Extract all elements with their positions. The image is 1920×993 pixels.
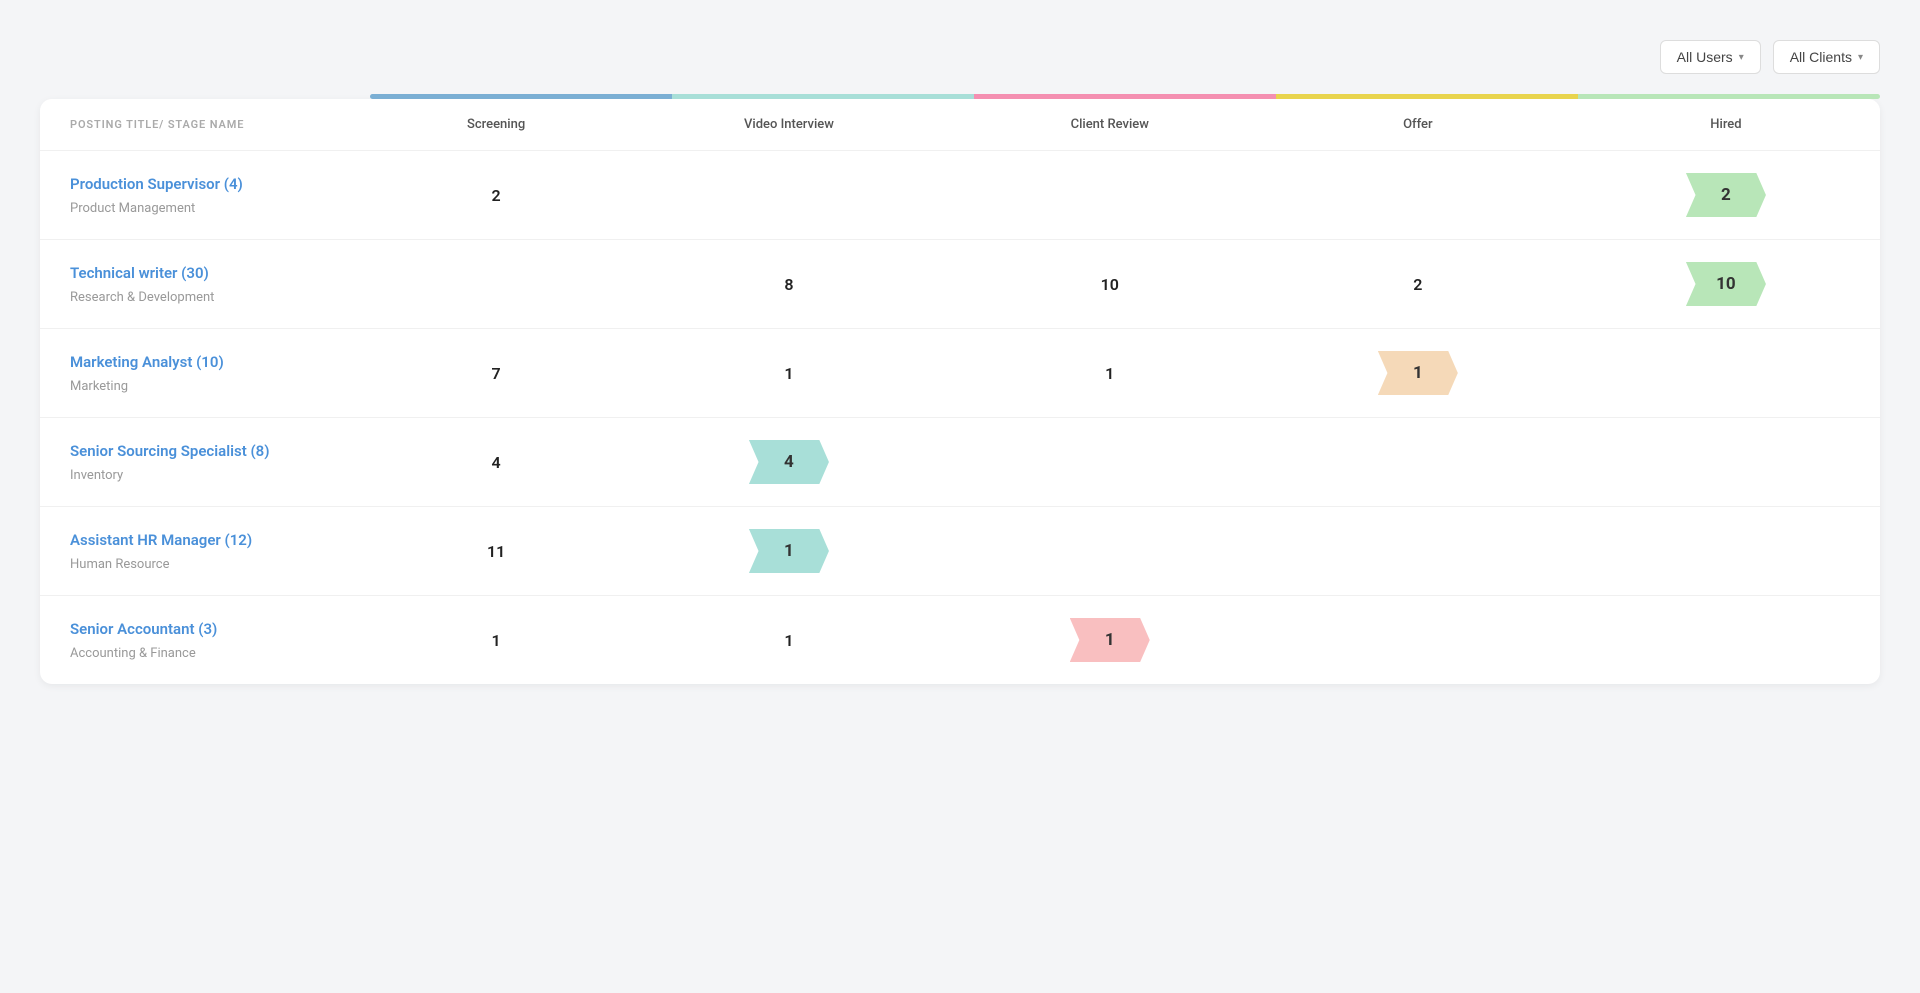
hired-cell [1572, 329, 1880, 418]
client-review-cell [956, 507, 1264, 596]
screening-value: 11 [487, 542, 505, 561]
offer-cell [1264, 418, 1572, 507]
video-interview-value: 8 [784, 275, 793, 294]
pipeline-table-wrapper: POSTING TITLE/ STAGE NAME Screening Vide… [40, 99, 1880, 684]
job-title-link[interactable]: Senior Sourcing Specialist (8) [70, 442, 350, 460]
client-review-cell [956, 418, 1264, 507]
chevron-down-icon: ▾ [1739, 52, 1744, 63]
col-offer: Offer [1264, 99, 1572, 151]
all-users-dropdown[interactable]: All Users ▾ [1660, 40, 1761, 74]
table-row: Technical writer (30) Research & Develop… [40, 240, 1880, 329]
job-dept: Marketing [70, 379, 128, 394]
hired-cell: 10 [1572, 240, 1880, 329]
offer-badge: 1 [1378, 351, 1458, 395]
stage-color-bar [370, 94, 1880, 99]
posting-cell: Production Supervisor (4) Product Manage… [40, 151, 370, 240]
video-interview-badge: 4 [749, 440, 829, 484]
color-bar-segment [974, 94, 1276, 99]
col-video-interview: Video Interview [622, 99, 956, 151]
client-review-cell: 10 [956, 240, 1264, 329]
job-title-link[interactable]: Marketing Analyst (10) [70, 353, 350, 371]
offer-cell [1264, 596, 1572, 685]
offer-cell: 1 [1264, 329, 1572, 418]
job-dept: Product Management [70, 201, 195, 216]
client-review-value: 1 [1105, 364, 1114, 383]
table-row: Production Supervisor (4) Product Manage… [40, 151, 1880, 240]
screening-value: 1 [492, 631, 501, 650]
job-dept: Accounting & Finance [70, 646, 196, 661]
posting-cell: Marketing Analyst (10) Marketing [40, 329, 370, 418]
job-title-link[interactable]: Technical writer (30) [70, 264, 350, 282]
pipeline-table: POSTING TITLE/ STAGE NAME Screening Vide… [40, 99, 1880, 684]
client-review-cell: 1 [956, 329, 1264, 418]
posting-cell: Senior Accountant (3) Accounting & Finan… [40, 596, 370, 685]
hired-badge: 10 [1686, 262, 1766, 306]
offer-cell [1264, 507, 1572, 596]
screening-value: 7 [492, 364, 501, 383]
screening-value: 2 [492, 186, 501, 205]
screening-cell [370, 240, 622, 329]
screening-cell: 11 [370, 507, 622, 596]
job-title-link[interactable]: Production Supervisor (4) [70, 175, 350, 193]
all-clients-label: All Clients [1790, 49, 1852, 65]
screening-cell: 2 [370, 151, 622, 240]
video-interview-cell [622, 151, 956, 240]
video-interview-badge: 1 [749, 529, 829, 573]
col-posting: POSTING TITLE/ STAGE NAME [40, 99, 370, 151]
screening-value: 4 [492, 453, 501, 472]
offer-cell: 2 [1264, 240, 1572, 329]
hired-cell [1572, 418, 1880, 507]
table-row: Senior Accountant (3) Accounting & Finan… [40, 596, 1880, 685]
video-interview-cell: 8 [622, 240, 956, 329]
job-dept: Inventory [70, 468, 123, 483]
col-screening: Screening [370, 99, 622, 151]
video-interview-cell: 1 [622, 507, 956, 596]
hired-cell: 2 [1572, 151, 1880, 240]
posting-cell: Senior Sourcing Specialist (8) Inventory [40, 418, 370, 507]
col-client-review: Client Review [956, 99, 1264, 151]
client-review-cell [956, 151, 1264, 240]
posting-cell: Technical writer (30) Research & Develop… [40, 240, 370, 329]
screening-cell: 7 [370, 329, 622, 418]
table-row: Assistant HR Manager (12) Human Resource… [40, 507, 1880, 596]
offer-cell [1264, 151, 1572, 240]
video-interview-cell: 1 [622, 329, 956, 418]
job-dept: Human Resource [70, 557, 170, 572]
video-interview-value: 1 [784, 631, 793, 650]
client-review-value: 10 [1101, 275, 1119, 294]
screening-cell: 4 [370, 418, 622, 507]
filter-bar: All Users ▾ All Clients ▾ [40, 40, 1880, 74]
client-review-badge: 1 [1070, 618, 1150, 662]
hired-badge: 2 [1686, 173, 1766, 217]
screening-cell: 1 [370, 596, 622, 685]
table-row: Senior Sourcing Specialist (8) Inventory… [40, 418, 1880, 507]
color-bar-segment [370, 94, 672, 99]
table-row: Marketing Analyst (10) Marketing 7 1 1 1 [40, 329, 1880, 418]
color-bar-segment [1276, 94, 1578, 99]
video-interview-cell: 4 [622, 418, 956, 507]
job-dept: Research & Development [70, 290, 214, 305]
chevron-down-icon: ▾ [1858, 52, 1863, 63]
table-header-row: POSTING TITLE/ STAGE NAME Screening Vide… [40, 99, 1880, 151]
color-bar-segment [1578, 94, 1880, 99]
color-bar-segment [672, 94, 974, 99]
posting-cell: Assistant HR Manager (12) Human Resource [40, 507, 370, 596]
video-interview-cell: 1 [622, 596, 956, 685]
video-interview-value: 1 [784, 364, 793, 383]
col-hired: Hired [1572, 99, 1880, 151]
hired-cell [1572, 507, 1880, 596]
client-review-cell: 1 [956, 596, 1264, 685]
all-clients-dropdown[interactable]: All Clients ▾ [1773, 40, 1880, 74]
job-title-link[interactable]: Senior Accountant (3) [70, 620, 350, 638]
offer-value: 2 [1413, 275, 1422, 294]
all-users-label: All Users [1677, 49, 1733, 65]
hired-cell [1572, 596, 1880, 685]
job-title-link[interactable]: Assistant HR Manager (12) [70, 531, 350, 549]
